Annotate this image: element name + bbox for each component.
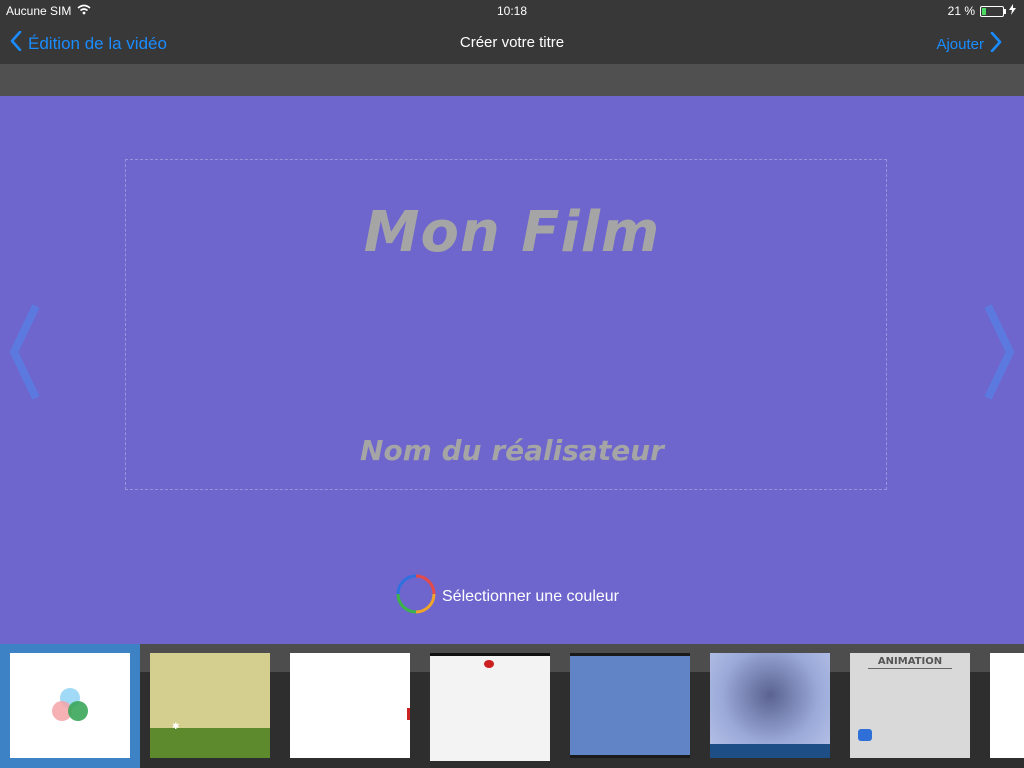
thumbnail-white[interactable] [280,644,420,768]
red-mark [407,708,410,720]
status-bar: Aucune SIM 10:18 21 % [0,0,1024,22]
chevron-right-icon [984,304,1016,404]
toolbar-divider [0,64,1024,96]
thumbnail-ladybug[interactable] [420,644,560,768]
blue-frame-thumbnail [570,653,690,758]
thumbnail-blue-vignette[interactable] [700,644,840,768]
flower-icon: ✱ [172,721,180,731]
thumbnail-grass-field[interactable]: ✱ [140,644,280,768]
color-wheel-icon [396,574,436,619]
thumbnail-partial[interactable] [980,644,1024,768]
page-title: Créer votre titre [459,34,565,51]
title-canvas: Mon Film Nom du réalisateur Sélectionner… [0,96,1024,644]
ladybug-thumbnail [430,653,550,761]
status-time: 10:18 [496,4,528,18]
next-style-button[interactable] [984,304,1016,405]
previous-style-button[interactable] [8,304,40,405]
white-thumbnail [290,653,410,758]
battery-percent: 21 % [947,4,975,18]
color-circles-icon [50,687,90,728]
custom-color-thumbnail [10,653,130,758]
animation-paper-thumbnail: ANIMATION [850,653,970,758]
chevron-left-icon [8,304,40,404]
grass-strip [150,728,270,758]
animation-underline [868,668,952,669]
grass-field-thumbnail: ✱ [150,653,270,758]
film-title-text[interactable]: Mon Film [0,200,1024,265]
vignette-bottom-band [710,744,830,758]
add-button[interactable]: Ajouter [936,31,1002,56]
charging-icon [1009,4,1016,18]
director-name-text[interactable]: Nom du réalisateur [0,434,1024,467]
background-thumbnail-strip[interactable]: ✱ ANIMATION [0,644,1024,768]
paper-blue-mark [858,729,872,741]
ladybug-icon [484,660,494,668]
select-color-label: Sélectionner une couleur [442,587,620,605]
thumbnail-custom-color[interactable] [0,644,140,768]
add-button-label: Ajouter [936,35,984,53]
thumbnail-animation-paper[interactable]: ANIMATION [840,644,980,768]
navigation-bar: Édition de la vidéo Créer votre titre Aj… [0,22,1024,64]
partial-thumbnail [990,653,1024,758]
status-right: 21 % [948,4,1016,18]
chevron-right-icon [990,31,1002,56]
thumbnail-blue-frame[interactable] [560,644,700,768]
select-color-button[interactable]: Sélectionner une couleur [396,574,619,619]
battery-icon [980,5,1006,17]
battery-level [982,7,987,15]
animation-label: ANIMATION [877,656,943,667]
blue-vignette-thumbnail [710,653,830,758]
